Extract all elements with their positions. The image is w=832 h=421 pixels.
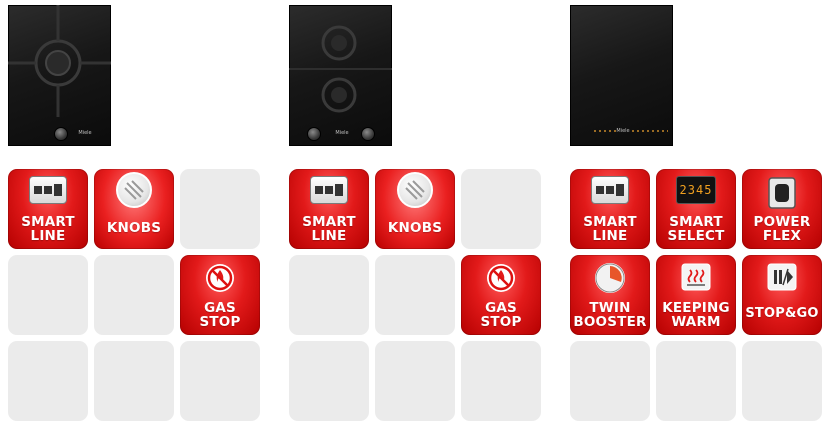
feature-knobs[interactable]: KNOBS — [94, 169, 174, 249]
control-panel-icon — [594, 130, 668, 132]
empty-tile — [289, 255, 369, 335]
feature-gas-stop[interactable]: GAS STOP — [461, 255, 541, 335]
feature-label: KNOBS — [387, 220, 443, 236]
burner-icon — [289, 25, 392, 113]
control-knob — [307, 127, 321, 141]
feature-power-flex[interactable]: POWER FLEX — [742, 169, 822, 249]
brand-label: Miele — [335, 130, 349, 136]
empty-tile — [289, 341, 369, 421]
empty-tile — [461, 169, 541, 249]
empty-tile — [656, 341, 736, 421]
induction-cooktop-image[interactable]: Miele — [570, 5, 673, 146]
empty-tile — [8, 341, 88, 421]
feature-label: KNOBS — [106, 220, 162, 236]
gas-stop-icon — [485, 262, 517, 299]
feature-label: GAS STOP — [480, 300, 522, 330]
empty-tile — [375, 341, 455, 421]
product-column-3: Miele SMART LINE 2345 SMART SELECT POWER FL… — [570, 0, 832, 421]
dual-gas-cooktop-image[interactable]: Miele — [289, 5, 392, 146]
feature-smart-line[interactable]: SMART LINE — [8, 169, 88, 249]
keeping-warm-icon — [680, 262, 712, 297]
knob-icon — [397, 172, 433, 208]
feature-smart-line[interactable]: SMART LINE — [289, 169, 369, 249]
empty-tile — [180, 341, 260, 421]
feature-gas-stop[interactable]: GAS STOP — [180, 255, 260, 335]
product-column-1: Miele SMART LINE KNOBS GAS STOP — [8, 0, 270, 421]
feature-knobs[interactable]: KNOBS — [375, 169, 455, 249]
feature-smart-line[interactable]: SMART LINE — [570, 169, 650, 249]
control-knob — [54, 127, 68, 141]
feature-grid: SMART LINE 2345 SMART SELECT POWER FLEX TWI… — [570, 169, 822, 421]
feature-label: SMART LINE — [21, 214, 75, 244]
feature-label: SMART SELECT — [667, 214, 725, 244]
burner-icon — [8, 5, 111, 117]
empty-tile — [180, 169, 260, 249]
knob-icon — [116, 172, 152, 208]
feature-label: SMART LINE — [583, 214, 637, 244]
feature-smart-select[interactable]: 2345 SMART SELECT — [656, 169, 736, 249]
smart-line-icon — [591, 176, 629, 204]
brand-label: Miele — [616, 128, 630, 134]
control-knob — [361, 127, 375, 141]
smart-select-display-icon: 2345 — [676, 176, 716, 204]
feature-label: KEEPING WARM — [662, 300, 730, 330]
empty-tile — [94, 255, 174, 335]
brand-label: Miele — [78, 130, 92, 136]
twin-booster-icon — [594, 262, 626, 299]
feature-stop-go[interactable]: STOP&GO — [742, 255, 822, 335]
feature-label: POWER FLEX — [753, 214, 811, 244]
feature-keeping-warm[interactable]: KEEPING WARM — [656, 255, 736, 335]
feature-twin-booster[interactable]: TWIN BOOSTER — [570, 255, 650, 335]
feature-label: GAS STOP — [199, 300, 241, 330]
feature-grid: SMART LINE KNOBS GAS STOP — [289, 169, 541, 421]
empty-tile — [742, 341, 822, 421]
product-column-2: Miele SMART LINE KNOBS GAS STOP — [289, 0, 551, 421]
stop-go-icon — [766, 262, 798, 297]
empty-tile — [461, 341, 541, 421]
gas-stop-icon — [204, 262, 236, 299]
smart-line-icon — [310, 176, 348, 204]
empty-tile — [375, 255, 455, 335]
empty-tile — [94, 341, 174, 421]
empty-tile — [8, 255, 88, 335]
display-digits: 2345 — [679, 183, 713, 197]
empty-tile — [570, 341, 650, 421]
feature-label: STOP&GO — [745, 306, 819, 321]
feature-grid: SMART LINE KNOBS GAS STOP — [8, 169, 260, 421]
smart-line-icon — [29, 176, 67, 204]
feature-label: TWIN BOOSTER — [573, 300, 647, 330]
feature-label: SMART LINE — [302, 214, 356, 244]
power-flex-icon — [767, 176, 797, 215]
gas-wok-cooktop-image[interactable]: Miele — [8, 5, 111, 146]
